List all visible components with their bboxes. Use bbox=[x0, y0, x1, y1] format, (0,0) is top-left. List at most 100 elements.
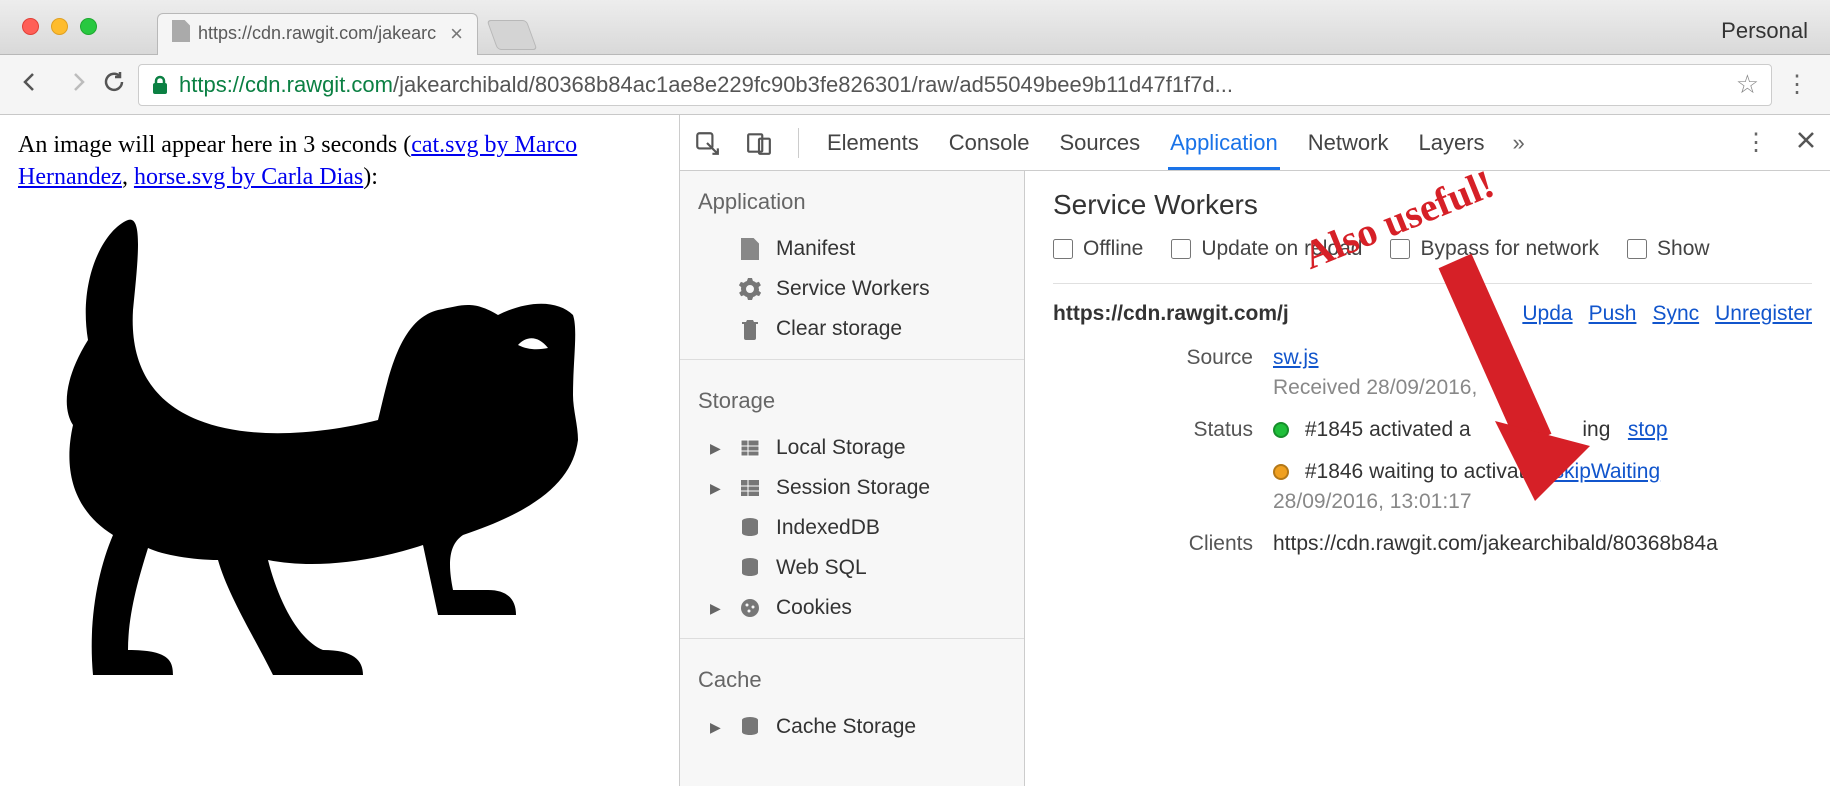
sidebar-group-application: Application bbox=[680, 171, 1024, 229]
link-horse-svg[interactable]: horse.svg by Carla Dias bbox=[134, 164, 363, 190]
address-bar[interactable]: https://cdn.rawgit.com /jakearchibald/80… bbox=[138, 64, 1772, 106]
show-all-checkbox[interactable]: Show bbox=[1627, 237, 1710, 261]
sw-clients-url: https://cdn.rawgit.com/jakearchibald/803… bbox=[1273, 532, 1812, 556]
sw-active-text: activated a bbox=[1369, 418, 1471, 441]
sw-waiting-text: waiting to activate bbox=[1369, 460, 1536, 483]
separator bbox=[798, 128, 799, 158]
database-icon bbox=[738, 516, 762, 540]
sw-unregister-link[interactable]: Unregister bbox=[1715, 302, 1812, 326]
table-icon bbox=[738, 436, 762, 460]
database-icon bbox=[738, 715, 762, 739]
sw-skipwaiting-link[interactable]: skipWaiting bbox=[1554, 460, 1661, 483]
application-sidebar: Application Manifest Service Workers Cle… bbox=[680, 171, 1025, 786]
page-viewport: An image will appear here in 3 seconds (… bbox=[0, 115, 680, 786]
sidebar-item-indexeddb[interactable]: IndexedDB bbox=[680, 508, 1024, 548]
sidebar-item-local-storage[interactable]: ▶ Local Storage bbox=[680, 428, 1024, 468]
window-maximize-button[interactable] bbox=[80, 18, 97, 35]
url-path: /jakearchibald/80368b84ac1ae8e229fc90b3f… bbox=[393, 72, 1233, 98]
sidebar-item-session-storage[interactable]: ▶ Session Storage bbox=[680, 468, 1024, 508]
new-tab-button[interactable] bbox=[487, 20, 538, 50]
sidebar-item-websql[interactable]: Web SQL bbox=[680, 548, 1024, 588]
tab-network[interactable]: Network bbox=[1306, 116, 1391, 170]
database-icon bbox=[738, 556, 762, 580]
sw-options-row: Offline Update on reload Bypass for netw… bbox=[1053, 237, 1812, 261]
tab-layers[interactable]: Layers bbox=[1416, 116, 1486, 170]
sw-stop-link[interactable]: stop bbox=[1628, 418, 1668, 441]
page-text: An image will appear here in 3 seconds ( bbox=[18, 132, 411, 158]
devtools-panel: Elements Console Sources Application Net… bbox=[680, 115, 1830, 786]
status-dot-waiting-icon bbox=[1273, 464, 1289, 480]
sw-source-received: Received 28/09/2016, bbox=[1273, 376, 1812, 400]
sidebar-item-label: Manifest bbox=[776, 237, 855, 261]
annotation-text: Also useful! bbox=[1296, 171, 1573, 279]
trash-icon bbox=[738, 317, 762, 341]
reload-button[interactable] bbox=[102, 70, 126, 99]
sidebar-item-label: Web SQL bbox=[776, 556, 867, 580]
tab-strip: https://cdn.rawgit.com/jakearc × bbox=[157, 0, 532, 54]
disclosure-triangle-icon[interactable]: ▶ bbox=[710, 600, 724, 617]
sw-origin: https://cdn.rawgit.com/j bbox=[1053, 302, 1289, 326]
device-toggle-icon[interactable] bbox=[746, 130, 772, 156]
gear-icon bbox=[738, 277, 762, 301]
tab-application[interactable]: Application bbox=[1168, 116, 1280, 170]
window-titlebar: https://cdn.rawgit.com/jakearc × Persona… bbox=[0, 0, 1830, 55]
sidebar-item-manifest[interactable]: Manifest bbox=[680, 229, 1024, 269]
browser-tab[interactable]: https://cdn.rawgit.com/jakearc × bbox=[157, 13, 478, 55]
tab-console[interactable]: Console bbox=[947, 116, 1032, 170]
sidebar-group-storage: Storage bbox=[680, 370, 1024, 428]
window-close-button[interactable] bbox=[22, 18, 39, 35]
update-on-reload-checkbox[interactable]: Update on reload bbox=[1171, 237, 1362, 261]
sw-waiting-id: #1846 bbox=[1305, 460, 1363, 483]
sidebar-group-cache: Cache bbox=[680, 649, 1024, 707]
status-dot-active-icon bbox=[1273, 422, 1289, 438]
sidebar-item-label: Service Workers bbox=[776, 277, 930, 301]
chrome-menu-button[interactable]: ⋮ bbox=[1784, 70, 1812, 99]
lock-icon bbox=[151, 75, 169, 95]
pane-title: Service Workers bbox=[1053, 189, 1812, 221]
tab-elements[interactable]: Elements bbox=[825, 116, 921, 170]
sidebar-item-cache-storage[interactable]: ▶ Cache Storage bbox=[680, 707, 1024, 747]
sidebar-item-label: Session Storage bbox=[776, 476, 930, 500]
file-icon bbox=[738, 237, 762, 261]
sidebar-item-label: Local Storage bbox=[776, 436, 906, 460]
sw-push-link[interactable]: Push bbox=[1589, 302, 1637, 326]
disclosure-triangle-icon[interactable]: ▶ bbox=[710, 440, 724, 457]
offline-checkbox[interactable]: Offline bbox=[1053, 237, 1143, 261]
cookie-icon bbox=[738, 596, 762, 620]
profile-label[interactable]: Personal bbox=[1721, 18, 1808, 44]
traffic-lights bbox=[0, 0, 97, 35]
table-icon bbox=[738, 476, 762, 500]
sw-update-link[interactable]: Upda bbox=[1522, 302, 1572, 326]
label-status: Status bbox=[1053, 418, 1253, 442]
tab-close-button[interactable]: × bbox=[450, 21, 463, 47]
tab-sources[interactable]: Sources bbox=[1057, 116, 1142, 170]
inspect-icon[interactable] bbox=[694, 130, 720, 156]
service-workers-pane: Service Workers Offline Update on reload… bbox=[1025, 171, 1830, 786]
sidebar-item-cookies[interactable]: ▶ Cookies bbox=[680, 588, 1024, 628]
bypass-network-checkbox[interactable]: Bypass for network bbox=[1390, 237, 1599, 261]
disclosure-triangle-icon[interactable]: ▶ bbox=[710, 480, 724, 497]
sidebar-item-label: Cookies bbox=[776, 596, 852, 620]
window-minimize-button[interactable] bbox=[51, 18, 68, 35]
label-source: Source bbox=[1053, 346, 1253, 370]
url-origin: https://cdn.rawgit.com bbox=[179, 72, 393, 98]
devtools-menu-button[interactable]: ⋮ bbox=[1744, 128, 1768, 157]
sidebar-item-clear-storage[interactable]: Clear storage bbox=[680, 309, 1024, 349]
sidebar-item-service-workers[interactable]: Service Workers bbox=[680, 269, 1024, 309]
devtools-close-button[interactable] bbox=[1796, 130, 1816, 156]
back-button[interactable] bbox=[18, 70, 42, 99]
sw-active-text2: ing bbox=[1582, 418, 1610, 441]
browser-toolbar: https://cdn.rawgit.com /jakearchibald/80… bbox=[0, 55, 1830, 115]
sw-source-file-link[interactable]: sw.js bbox=[1273, 346, 1319, 369]
bookmark-star-icon[interactable]: ☆ bbox=[1736, 69, 1759, 100]
devtools-tabbar: Elements Console Sources Application Net… bbox=[680, 115, 1830, 171]
tabs-overflow-icon[interactable]: » bbox=[1513, 130, 1525, 156]
file-icon bbox=[172, 20, 190, 47]
sw-active-id: #1845 bbox=[1305, 418, 1363, 441]
forward-button[interactable] bbox=[66, 70, 90, 99]
tab-title: https://cdn.rawgit.com/jakearc bbox=[198, 23, 436, 44]
cat-image bbox=[18, 200, 661, 687]
page-text: ): bbox=[363, 164, 378, 190]
sw-sync-link[interactable]: Sync bbox=[1652, 302, 1699, 326]
disclosure-triangle-icon[interactable]: ▶ bbox=[710, 719, 724, 736]
